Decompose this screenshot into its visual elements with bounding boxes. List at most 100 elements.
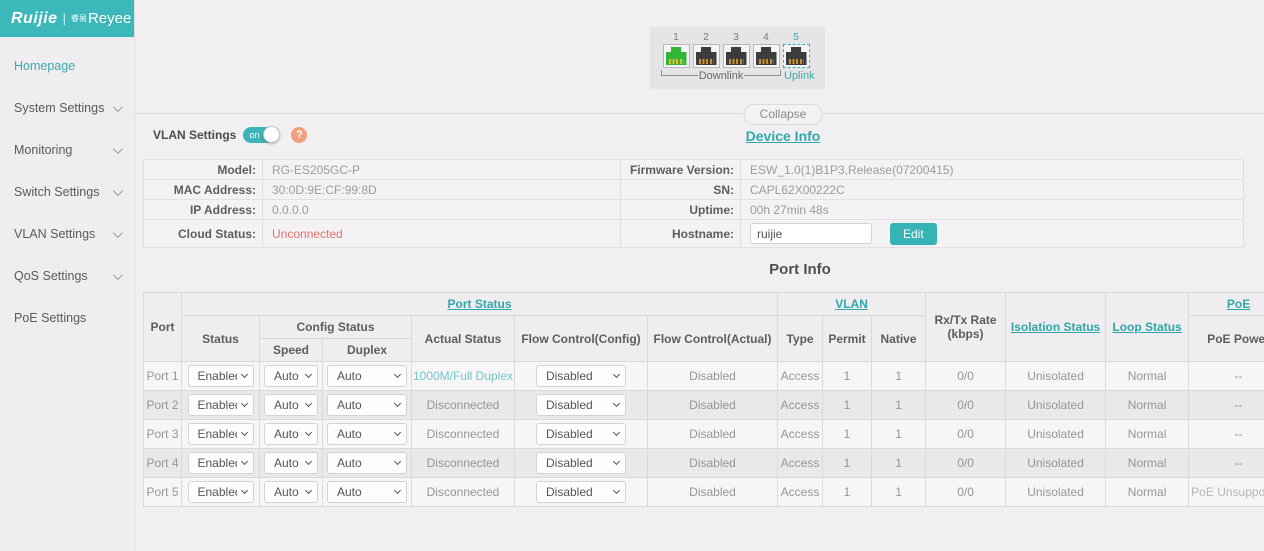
device-info-link[interactable]: Device Info [746,128,821,144]
port-3-status-select-cell: Enabled [182,420,260,449]
port-5-flow-control-select[interactable]: Disabled [536,481,626,503]
sidebar: Ruijie | 睿易 Reyee HomepageSystem Setting… [0,0,135,551]
device-label-sn: SN: [621,180,741,200]
device-value-cloud-status: Unconnected [263,220,621,248]
isolation-status-link[interactable]: Isolation Status [1006,293,1106,362]
port-4-status-select-wrap: Enabled [188,452,254,474]
col-native: Native [872,316,926,362]
port-4-status-select[interactable]: Enabled [188,452,254,474]
downlink-label: Downlink [698,70,745,82]
port-5-icon[interactable] [783,44,810,68]
port-5-label: Port 5 [144,478,182,507]
device-value-hostname: Edit [741,220,1244,248]
port-3-number: 3 [733,32,739,43]
vlan-group-link[interactable]: VLAN [778,293,926,316]
port-3-flow-control-select[interactable]: Disabled [536,423,626,445]
port-3-vlan-type: Access [778,420,823,449]
device-info-row: Model:RG-ES205GC-PFirmware Version:ESW_1… [144,160,1244,180]
port-1-number: 1 [673,32,679,43]
port-5-duplex-select[interactable]: Auto [327,481,407,503]
port-4-flow-control-select-cell: Disabled [515,449,648,478]
hostname-input[interactable] [750,223,872,244]
port-4-rxtx-rate: 0/0 [926,449,1006,478]
sidebar-item-homepage[interactable]: Homepage [0,45,134,87]
port-2-label: Port 2 [144,391,182,420]
port-2-flow-actual: Disabled [648,391,778,420]
poe-group-link[interactable]: PoE [1189,293,1264,316]
port-2-column: 2 [693,32,720,68]
device-value-uptime: 00h 27min 48s [741,200,1244,220]
port-2-rxtx-rate: 0/0 [926,391,1006,420]
port-info-title: Port Info [769,261,831,278]
port-2-icon[interactable] [693,44,720,68]
port-1-icon[interactable] [663,44,690,68]
port-2-speed-select[interactable]: Auto [264,394,318,416]
port-2-flow-control-select-cell: Disabled [515,391,648,420]
port-table-head: Port Port Status VLAN Rx/Tx Rate (kbps) … [144,293,1264,362]
sidebar-item-qos-settings[interactable]: QoS Settings [0,255,134,297]
port-2-number: 2 [703,32,709,43]
port-5-poe-power: PoE Unsupported [1189,478,1264,507]
port-1-flow-control-select[interactable]: Disabled [536,365,626,387]
device-label-hostname: Hostname: [621,220,741,248]
vlan-settings-toggle[interactable]: on [243,127,279,143]
port-3-duplex-select-wrap: Auto [327,423,407,445]
col-port: Port [144,293,182,362]
logo-ruijie-text: Ruijie [11,10,58,28]
port-4-vlan-native: 1 [872,449,926,478]
sidebar-item-switch-settings[interactable]: Switch Settings [0,171,134,213]
port-diagram-links: Downlink Uplink [661,70,814,85]
col-flow-config: Flow Control(Config) [515,316,648,362]
port-1-actual-status: 1000M/Full Duplex [412,362,515,391]
help-icon[interactable]: ? [291,127,307,143]
port-table-body: Port 1EnabledAutoAuto1000M/Full DuplexDi… [144,362,1264,507]
port-info-table: Port Port Status VLAN Rx/Tx Rate (kbps) … [143,292,1264,507]
port-1-duplex-select[interactable]: Auto [327,365,407,387]
logo-cn-text: 睿易 [71,15,87,23]
sidebar-item-label: Switch Settings [14,185,113,199]
port-3-duplex-select[interactable]: Auto [327,423,407,445]
port-2-status-select[interactable]: Enabled [188,394,254,416]
sidebar-item-poe-settings[interactable]: PoE Settings [0,297,134,339]
port-4-speed-select[interactable]: Auto [264,452,318,474]
port-2-actual-status: Disconnected [412,391,515,420]
brand-logo: Ruijie | 睿易 Reyee [0,0,134,37]
port-3-icon[interactable] [723,44,750,68]
port-3-speed-select[interactable]: Auto [264,423,318,445]
port-4-flow-control-select[interactable]: Disabled [536,452,626,474]
port-5-speed-select[interactable]: Auto [264,481,318,503]
port-1-vlan-permit: 1 [823,362,872,391]
edit-hostname-button[interactable]: Edit [890,223,937,245]
device-info-table: Model:RG-ES205GC-PFirmware Version:ESW_1… [143,159,1244,248]
rj45-plug-icon [696,47,717,65]
port-4-duplex-select-cell: Auto [323,449,412,478]
logo-reyee-text: Reyee [88,10,131,27]
port-4-column: 4 [753,32,780,68]
main-content: 12345 Downlink Uplink Collapse VLAN Sett… [135,0,1264,551]
port-4-duplex-select-wrap: Auto [327,452,407,474]
port-3-isolation-status: Unisolated [1006,420,1106,449]
port-1-status-select[interactable]: Enabled [188,365,254,387]
port-2-duplex-select[interactable]: Auto [327,394,407,416]
port-1-status-select-cell: Enabled [182,362,260,391]
port-5-actual-status: Disconnected [412,478,515,507]
sidebar-item-system-settings[interactable]: System Settings [0,87,134,129]
collapse-button[interactable]: Collapse [744,104,823,125]
port-2-loop-status: Normal [1106,391,1189,420]
port-2-flow-control-select[interactable]: Disabled [536,394,626,416]
port-5-status-select[interactable]: Enabled [188,481,254,503]
sidebar-item-label: QoS Settings [14,269,113,283]
port-5-loop-status: Normal [1106,478,1189,507]
port-status-group-link[interactable]: Port Status [182,293,778,316]
port-4-icon[interactable] [753,44,780,68]
port-2-duplex-select-wrap: Auto [327,394,407,416]
port-3-loop-status: Normal [1106,420,1189,449]
sidebar-item-vlan-settings[interactable]: VLAN Settings [0,213,134,255]
loop-status-link[interactable]: Loop Status [1106,293,1189,362]
port-4-duplex-select[interactable]: Auto [327,452,407,474]
port-5-flow-control-select-cell: Disabled [515,478,648,507]
port-1-speed-select[interactable]: Auto [264,365,318,387]
sidebar-item-monitoring[interactable]: Monitoring [0,129,134,171]
port-3-vlan-permit: 1 [823,420,872,449]
port-3-status-select[interactable]: Enabled [188,423,254,445]
